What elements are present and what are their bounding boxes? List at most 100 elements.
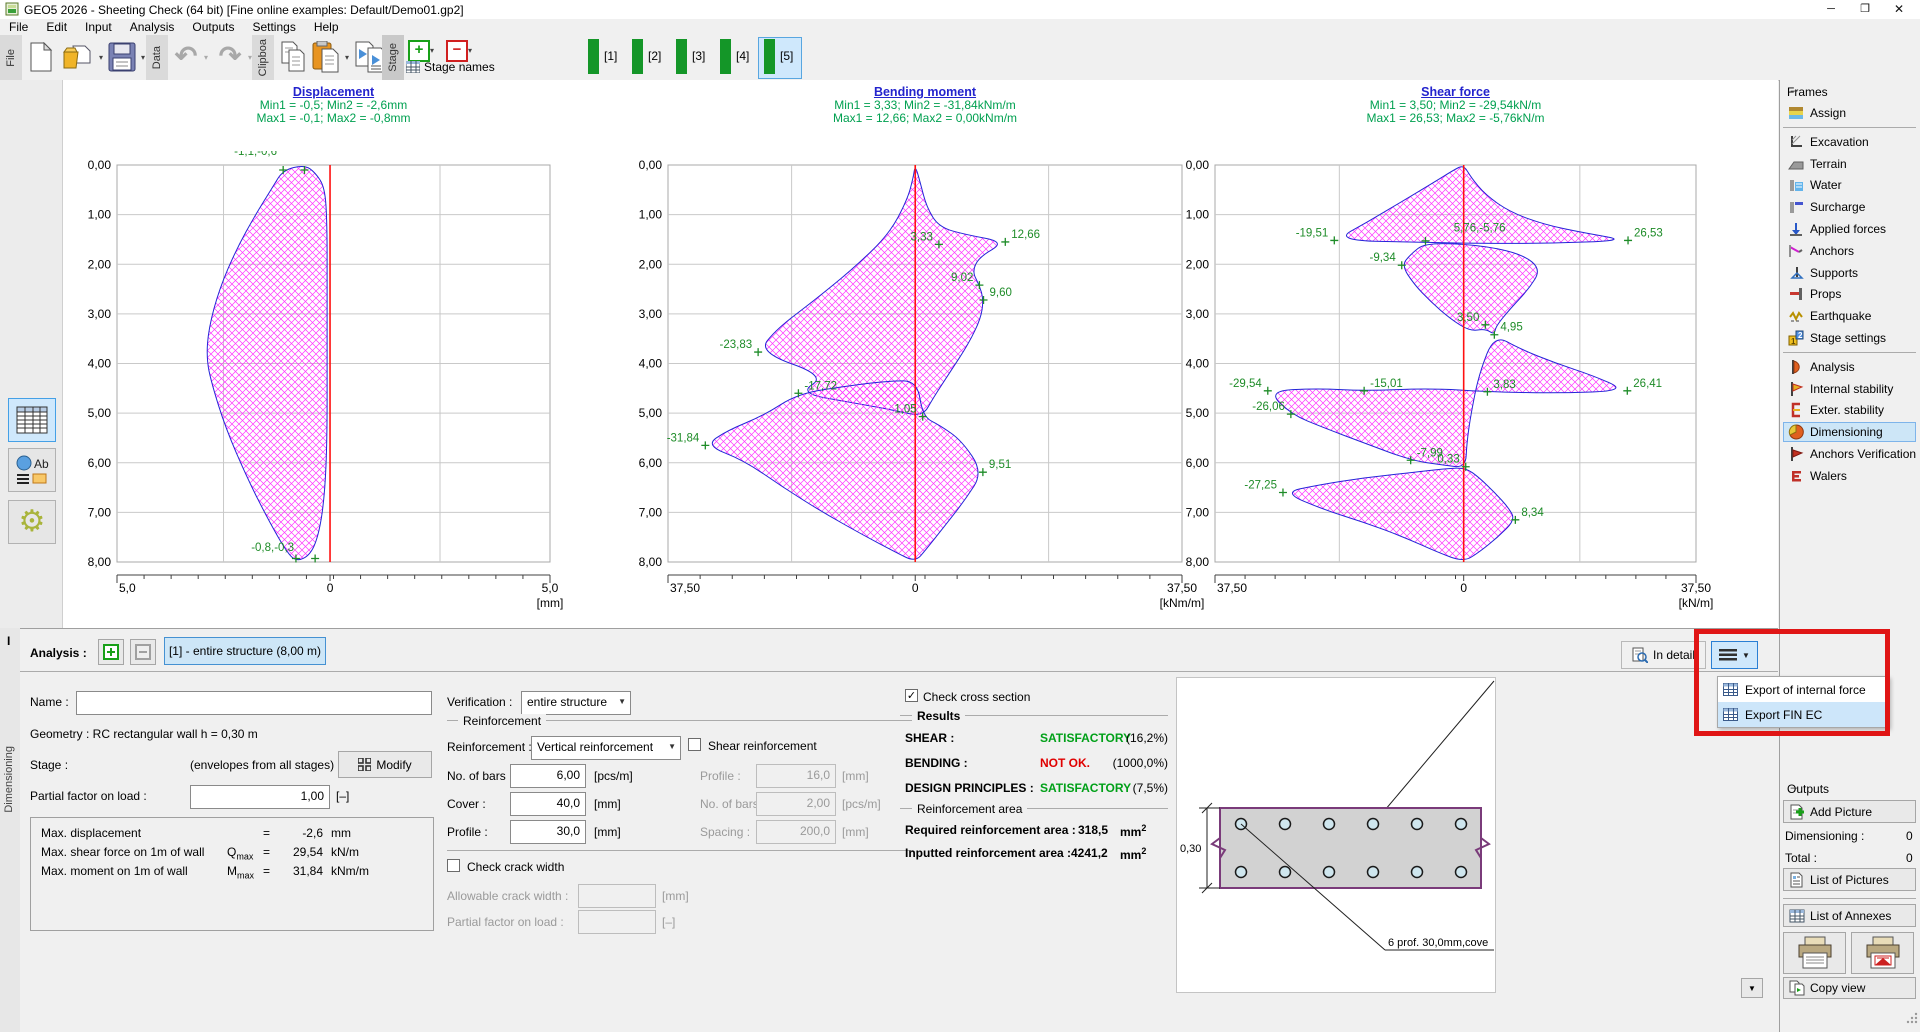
sidebar-item-exter-stability[interactable]: Exter. stability — [1783, 400, 1916, 420]
print-document-button[interactable] — [1783, 932, 1846, 974]
results-group-title: Results — [912, 709, 965, 723]
sidebar-item-supports[interactable]: Supports — [1783, 263, 1916, 283]
stage-button-5[interactable]: [5] — [780, 49, 793, 63]
allowable-crack-input[interactable] — [578, 884, 656, 908]
outputs-collapse-button[interactable]: – — [1787, 782, 1801, 795]
menu-settings[interactable]: Settings — [243, 19, 304, 35]
sidebar-item-terrain[interactable]: Terrain — [1783, 154, 1916, 174]
dimensioning-vertical-label: Dimensioning — [3, 746, 15, 813]
sidebar-item-walers[interactable]: Walers — [1783, 466, 1916, 486]
app-icon — [5, 2, 19, 16]
menu-input[interactable]: Input — [76, 19, 121, 35]
partial-factor2-label: Partial factor on load : — [447, 915, 564, 929]
minimize-button[interactable]: ─ — [1814, 0, 1848, 19]
sidebar-item-earthquake[interactable]: Earthquake — [1783, 306, 1916, 326]
sidebar-item-dimensioning[interactable]: Dimensioning — [1783, 422, 1916, 442]
svg-text:6,00: 6,00 — [88, 456, 112, 470]
maximize-button[interactable]: ❐ — [1848, 0, 1882, 19]
stage-button-3[interactable]: [3] — [692, 49, 705, 63]
chart-annotation: -23,83 — [720, 339, 753, 351]
result-verdict: SATISFACTORY — [1040, 781, 1131, 795]
verification-select[interactable]: entire structure▼ — [521, 691, 631, 715]
right-panel: Frames – AssignExcavationTerrainWaterSur… — [1779, 80, 1920, 1032]
remove-analysis-button[interactable] — [130, 639, 156, 665]
check-crack-width-checkbox[interactable] — [447, 859, 460, 872]
sidebar-item-assign[interactable]: Assign — [1783, 103, 1916, 123]
sidebar-item-analysis[interactable]: Analysis — [1783, 357, 1916, 377]
close-button[interactable]: ✕ — [1882, 0, 1916, 19]
partial-factor-input[interactable]: 1,00 — [190, 785, 330, 809]
sidebar-item-applied-forces[interactable]: Applied forces — [1783, 219, 1916, 239]
shear-profile-input[interactable]: 16,0 — [756, 764, 836, 788]
panel-handle[interactable]: I — [7, 634, 10, 648]
remove-stage-caret[interactable]: ▾ — [468, 46, 472, 55]
menu-help[interactable]: Help — [305, 19, 348, 35]
chart-annotation: -19,51 — [1296, 227, 1329, 239]
sidebar-item-anchors-verification[interactable]: Anchors Verification — [1783, 444, 1916, 464]
menu-file[interactable]: File — [0, 19, 37, 35]
redo-button[interactable]: ↷ — [214, 38, 246, 74]
add-picture-button[interactable]: Add Picture — [1783, 800, 1916, 823]
sidebar-item-surcharge[interactable]: Surcharge — [1783, 197, 1916, 217]
open-file-button[interactable] — [62, 38, 96, 76]
name-input[interactable] — [76, 691, 432, 715]
chart-head-2: Shear forceMin1 = 3,50; Min2 = -29,54kN/… — [1185, 85, 1726, 124]
sidebar-item-excavation[interactable]: Excavation — [1783, 132, 1916, 152]
save-button[interactable] — [106, 38, 138, 76]
remove-stage-button[interactable]: − — [446, 40, 468, 62]
list-of-annexes-button[interactable]: List of Annexes — [1783, 904, 1916, 927]
svg-text:0: 0 — [1460, 581, 1467, 595]
scroll-down-button[interactable]: ▼ — [1741, 978, 1763, 998]
sidebar-item-stage-settings[interactable]: 12Stage settings — [1783, 328, 1916, 348]
undo-button[interactable]: ↶ — [170, 38, 202, 74]
sidebar-item-props[interactable]: Props — [1783, 284, 1916, 304]
menu-outputs[interactable]: Outputs — [183, 19, 243, 35]
svg-text:3,00: 3,00 — [88, 307, 112, 321]
drawing-settings-button[interactable]: Ab — [8, 448, 56, 492]
new-file-button[interactable] — [26, 38, 56, 76]
profile-input[interactable]: 30,0 — [510, 820, 586, 844]
add-stage-button[interactable]: + — [408, 40, 430, 62]
stage-button-2[interactable]: [2] — [648, 49, 661, 63]
stage-button-4[interactable]: [4] — [736, 49, 749, 63]
partial-factor2-input[interactable] — [578, 910, 656, 934]
spacing-input[interactable]: 200,0 — [756, 820, 836, 844]
save-dropdown-caret[interactable]: ▾ — [141, 53, 145, 62]
shear-reinforcement-checkbox[interactable] — [688, 738, 701, 751]
svg-text:3,00: 3,00 — [639, 307, 663, 321]
frames-collapse-button[interactable]: – — [1787, 85, 1801, 98]
print-picture-button[interactable] — [1851, 932, 1914, 974]
paste-button[interactable] — [310, 38, 342, 76]
add-stage-caret[interactable]: ▾ — [430, 46, 434, 55]
stage-names-button[interactable]: Stage names — [406, 60, 495, 74]
open-dropdown-caret[interactable]: ▾ — [99, 53, 103, 62]
menu-analysis[interactable]: Analysis — [121, 19, 184, 35]
paste-dropdown-caret[interactable]: ▾ — [345, 53, 349, 62]
stage-settings-icon: 12 — [1788, 330, 1804, 346]
menu-edit[interactable]: Edit — [37, 19, 76, 35]
analysis-tab[interactable]: [1] - entire structure (8,00 m) — [164, 637, 326, 665]
sidebar-item-water[interactable]: Water — [1783, 175, 1916, 195]
add-analysis-button[interactable] — [98, 639, 124, 665]
cover-input[interactable]: 40,0 — [510, 792, 586, 816]
copy-view-button[interactable]: Copy view — [1783, 977, 1916, 999]
stage-button-1[interactable]: [1] — [604, 49, 617, 63]
cover-unit: [mm] — [594, 797, 621, 811]
table-view-button[interactable] — [8, 398, 56, 442]
check-cross-section-checkbox[interactable]: ✓ — [905, 689, 918, 702]
shear-bars-input[interactable]: 2,00 — [756, 792, 836, 816]
copy-button[interactable] — [278, 38, 308, 76]
sidebar-item-anchors[interactable]: Anchors — [1783, 241, 1916, 261]
list-of-pictures-button[interactable]: List of Pictures — [1783, 868, 1916, 891]
sidebar-item-internal-stability[interactable]: Internal stability — [1783, 379, 1916, 399]
bars-input[interactable]: 6,00 — [510, 764, 586, 788]
svg-text:[mm]: [mm] — [537, 596, 564, 610]
chart-plot-0: 0,001,002,003,004,005,006,007,008,005,00… — [71, 151, 590, 614]
resize-grip[interactable] — [1906, 1012, 1918, 1024]
modify-button[interactable]: Modify — [338, 751, 432, 778]
undo-dropdown-caret[interactable]: ▾ — [204, 53, 208, 62]
settings-gear-button[interactable]: ⚙ — [8, 500, 56, 544]
drawing-settings-icon: Ab — [15, 455, 49, 485]
reinforcement-select[interactable]: Vertical reinforcement▼ — [531, 736, 681, 760]
geometry-text: Geometry : RC rectangular wall h = 0,30 … — [30, 727, 258, 741]
